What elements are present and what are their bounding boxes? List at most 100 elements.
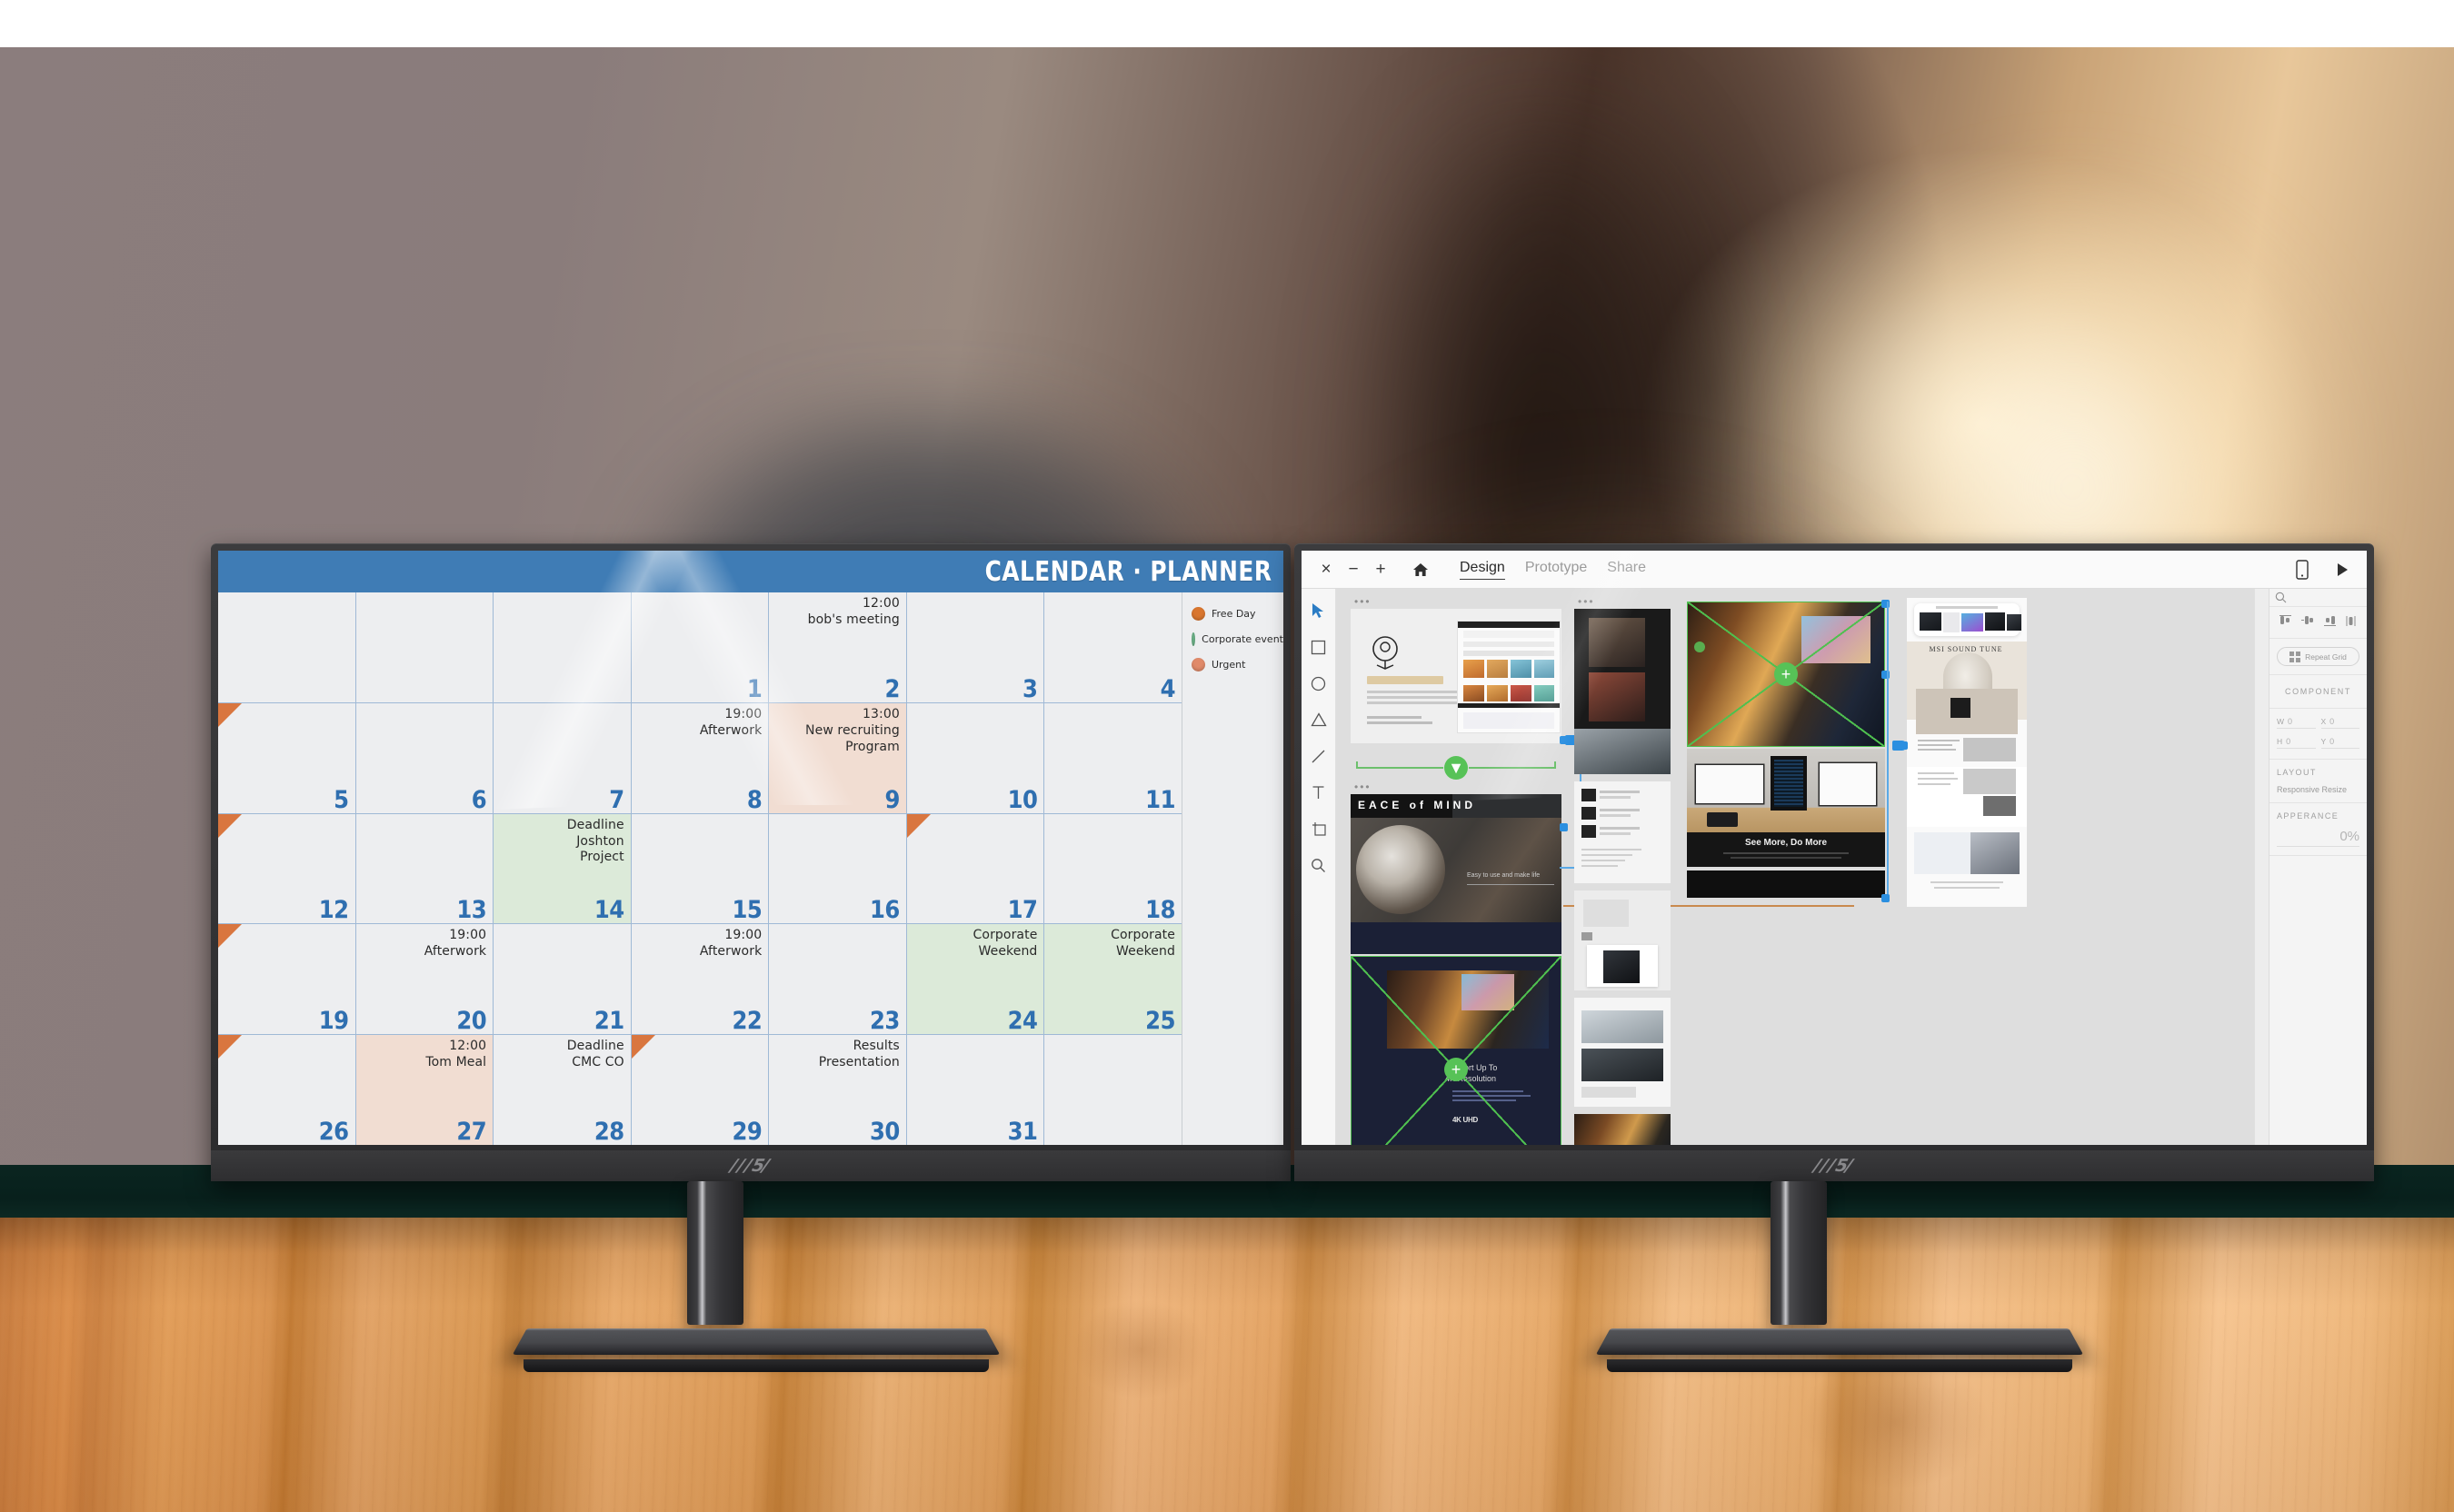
calendar-event[interactable]: Results Presentation xyxy=(774,1039,900,1071)
tab-design[interactable]: Design xyxy=(1460,560,1505,580)
artboard-hero[interactable] xyxy=(1351,609,1561,743)
home-icon[interactable] xyxy=(1407,556,1434,583)
calendar-day-cell[interactable]: 19:00 Afterwork 22 xyxy=(631,924,769,1035)
calendar-empty-cell[interactable] xyxy=(494,592,631,702)
calendar-event[interactable]: Deadline CMC CO xyxy=(499,1039,624,1071)
artboard-icon[interactable] xyxy=(1310,820,1328,838)
align-right-icon[interactable] xyxy=(2323,615,2338,630)
text-icon[interactable] xyxy=(1310,783,1328,801)
calendar-day-cell[interactable]: Deadline Joshton Project 14 xyxy=(494,813,631,924)
calendar-event[interactable]: 13:00 New recruiting Program xyxy=(774,707,900,756)
responsive-resize-option[interactable]: Responsive Resize xyxy=(2277,785,2359,794)
calendar-event[interactable]: Corporate Weekend xyxy=(1050,928,1175,960)
x-field[interactable]: X 0 xyxy=(2320,717,2359,729)
calendar-day-number: 2 xyxy=(884,674,900,702)
artboard-gallery-dark[interactable] xyxy=(1574,609,1671,774)
prototype-link-dot[interactable] xyxy=(1560,823,1568,831)
calendar-day-cell[interactable]: 12:00 Tom Meal 27 xyxy=(355,1035,494,1145)
zoom-in-icon[interactable]: + xyxy=(1367,556,1394,583)
line-icon[interactable] xyxy=(1310,747,1328,765)
artboard-menu-dots[interactable]: ••• xyxy=(1578,596,1595,607)
calendar-day-cell[interactable]: 10 xyxy=(906,702,1044,813)
calendar-day-cell[interactable]: 29 xyxy=(631,1035,769,1145)
prototype-link-flag[interactable] xyxy=(1892,741,1907,751)
calendar-empty-cell[interactable] xyxy=(355,592,494,702)
select-arrow-icon[interactable] xyxy=(1310,602,1328,620)
artboard-monitor-row[interactable] xyxy=(1574,998,1671,1107)
calendar-day-cell[interactable]: 1 xyxy=(631,592,769,702)
calendar-day-cell[interactable]: 31 xyxy=(906,1035,1044,1145)
selection-handle[interactable]: + xyxy=(1444,1058,1468,1081)
calendar-day-cell[interactable]: 19:00 Afterwork 20 xyxy=(355,924,494,1035)
calendar-day-cell[interactable]: Corporate Weekend 25 xyxy=(1044,924,1182,1035)
calendar-day-cell[interactable]: Corporate Weekend 24 xyxy=(906,924,1044,1035)
ellipse-icon[interactable] xyxy=(1310,674,1328,692)
calendar-event[interactable]: 19:00 Afterwork xyxy=(637,707,763,740)
opacity-value[interactable]: 0% xyxy=(2277,829,2359,847)
rectangle-icon[interactable] xyxy=(1310,638,1328,656)
calendar-day-cell[interactable]: Deadline CMC CO 28 xyxy=(494,1035,631,1145)
calendar-event[interactable]: 19:00 Afterwork xyxy=(362,928,487,960)
calendar-event[interactable]: 12:00 Tom Meal xyxy=(362,1039,487,1071)
artboard-spec-list[interactable] xyxy=(1574,781,1671,883)
calendar-event[interactable]: Corporate Weekend xyxy=(913,928,1038,960)
close-icon[interactable]: × xyxy=(1312,556,1340,583)
calendar-day-cell[interactable]: 21 xyxy=(494,924,631,1035)
zoom-icon[interactable] xyxy=(1310,856,1328,874)
repeat-grid-button[interactable]: Repeat Grid xyxy=(2277,647,2359,666)
calendar-day-cell[interactable]: Results Presentation 30 xyxy=(769,1035,906,1145)
zoom-out-icon[interactable]: − xyxy=(1340,556,1367,583)
artboard-desk-setup[interactable]: See More, Do More xyxy=(1687,749,1885,867)
calendar-day-cell[interactable]: 16 xyxy=(769,813,906,924)
selection-handle[interactable]: + xyxy=(1774,662,1798,686)
calendar-empty-cell[interactable] xyxy=(218,592,355,702)
artboard-product-mono[interactable] xyxy=(1574,890,1671,990)
calendar-day-cell[interactable]: 26 xyxy=(218,1035,355,1145)
calendar-day-cell[interactable]: 11 xyxy=(1044,702,1182,813)
search-icon[interactable] xyxy=(2269,589,2367,607)
calendar-day-cell[interactable]: 18 xyxy=(1044,813,1182,924)
calendar-day-cell[interactable]: 17 xyxy=(906,813,1044,924)
play-preview-icon[interactable] xyxy=(2329,556,2356,583)
component-section[interactable]: COMPONENT xyxy=(2269,675,2367,709)
selection-handle-right[interactable] xyxy=(1881,671,1890,679)
artboard-footer-band[interactable] xyxy=(1687,870,1885,898)
layers-rail[interactable] xyxy=(2254,589,2269,1145)
artboard-menu-dots[interactable]: ••• xyxy=(1354,596,1372,607)
calendar-event[interactable]: 12:00 bob's meeting xyxy=(774,596,900,629)
height-field[interactable]: H 0 xyxy=(2277,737,2316,749)
calendar-day-cell[interactable]: 13:00 New recruiting Program 9 xyxy=(769,702,906,813)
calendar-empty-cell[interactable] xyxy=(1044,1035,1182,1145)
align-left-icon[interactable] xyxy=(2279,615,2293,630)
design-canvas[interactable]: ••• ▼ ••• EACE of MIND Easy to use and m… xyxy=(1336,589,2254,1145)
device-preview-icon[interactable] xyxy=(2289,556,2316,583)
calendar-day-cell[interactable]: 23 xyxy=(769,924,906,1035)
calendar-day-cell[interactable]: 15 xyxy=(631,813,769,924)
tab-share[interactable]: Share xyxy=(1607,560,1646,580)
artboard-night-scene[interactable]: Support Up To xyxy=(1574,1114,1671,1145)
calendar-day-cell[interactable]: 19:00 Afterwork 8 xyxy=(631,702,769,813)
width-field[interactable]: W 0 xyxy=(2277,717,2316,729)
calendar-day-cell[interactable]: 6 xyxy=(355,702,494,813)
artboard-menu-dots[interactable]: ••• xyxy=(1354,781,1372,792)
align-center-h-icon[interactable] xyxy=(2301,615,2315,630)
calendar-day-cell[interactable]: 3 xyxy=(906,592,1044,702)
artboard-peace-of-mind[interactable]: EACE of MIND Easy to use and make life xyxy=(1351,794,1561,954)
selection-handle[interactable]: ▼ xyxy=(1444,756,1468,780)
selection-handle-corner[interactable] xyxy=(1881,600,1890,608)
calendar-day-cell[interactable]: 12:00 bob's meeting 2 xyxy=(769,592,906,702)
calendar-day-cell[interactable]: 7 xyxy=(494,702,631,813)
y-field[interactable]: Y 0 xyxy=(2320,737,2359,749)
prototype-link-dot[interactable] xyxy=(1881,894,1890,902)
calendar-event[interactable]: Deadline Joshton Project xyxy=(499,818,624,867)
calendar-day-cell[interactable]: 12 xyxy=(218,813,355,924)
calendar-day-cell[interactable]: 4 xyxy=(1044,592,1182,702)
artboard-sound-tune[interactable]: MSI SOUND TUNE xyxy=(1907,598,2027,907)
calendar-day-cell[interactable]: 13 xyxy=(355,813,494,924)
distribute-icon[interactable] xyxy=(2346,615,2357,630)
calendar-day-cell[interactable]: 19 xyxy=(218,924,355,1035)
tab-prototype[interactable]: Prototype xyxy=(1525,560,1587,580)
polygon-icon[interactable] xyxy=(1310,711,1328,729)
calendar-event[interactable]: 19:00 Afterwork xyxy=(637,928,763,960)
calendar-day-cell[interactable]: 5 xyxy=(218,702,355,813)
